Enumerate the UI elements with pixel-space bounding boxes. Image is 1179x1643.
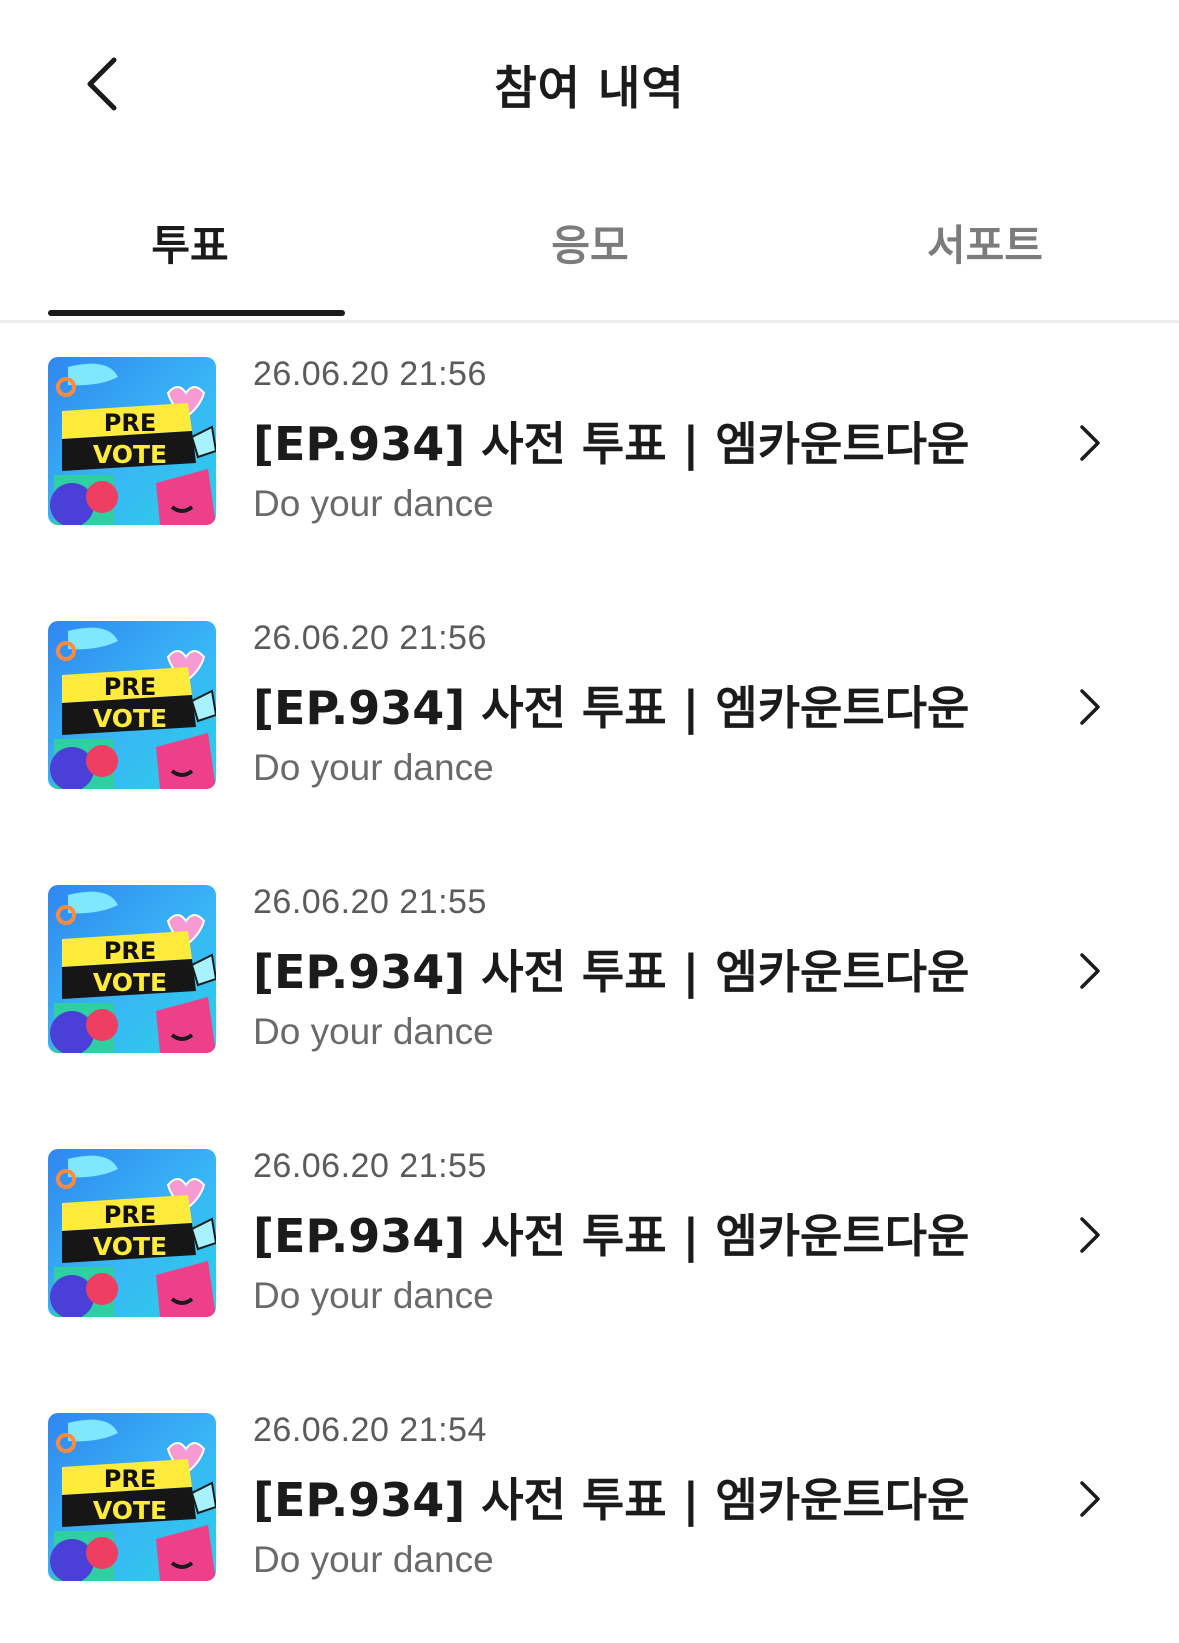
top-bar: 참여 내역	[0, 0, 1179, 170]
thumbnail-text-vote: VOTE	[93, 968, 167, 997]
tab-bar: 투표 응모 서포트	[0, 190, 1179, 323]
thumbnail-text-pre: PRE	[104, 409, 156, 437]
item-title: [EP.934] 사전 투표 | 엠카운트다운	[253, 681, 970, 735]
item-date: 26.06.20 21:56	[253, 355, 487, 393]
pre-vote-thumbnail: PRE VOTE	[48, 1149, 216, 1317]
chevron-right-icon[interactable]	[1070, 679, 1110, 735]
list-item[interactable]: PRE VOTE 26.06.20 21:55 [EP.934] 사전 투표 | …	[0, 1115, 1179, 1379]
item-subtitle: Do your dance	[253, 747, 494, 788]
thumbnail-text-vote: VOTE	[93, 704, 167, 733]
tab-support[interactable]: 서포트	[835, 212, 1135, 302]
item-date: 26.06.20 21:55	[253, 1147, 487, 1185]
pre-vote-thumbnail: PRE VOTE	[48, 621, 216, 789]
item-subtitle: Do your dance	[253, 1275, 494, 1316]
thumbnail-text-pre: PRE	[104, 1201, 156, 1229]
pre-vote-thumbnail: PRE VOTE	[48, 885, 216, 1053]
thumbnail-text-pre: PRE	[104, 1465, 156, 1493]
thumbnail-text-vote: VOTE	[93, 440, 167, 469]
item-date: 26.06.20 21:56	[253, 619, 487, 657]
item-title: [EP.934] 사전 투표 | 엠카운트다운	[253, 417, 970, 471]
item-date: 26.06.20 21:54	[253, 1411, 487, 1449]
list-item[interactable]: PRE VOTE 26.06.20 21:55 [EP.934] 사전 투표 | …	[0, 851, 1179, 1115]
item-title: [EP.934] 사전 투표 | 엠카운트다운	[253, 1473, 970, 1527]
page-title: 참여 내역	[494, 61, 685, 115]
chevron-right-icon[interactable]	[1070, 1207, 1110, 1263]
tab-entry[interactable]: 응모	[440, 212, 740, 302]
thumbnail-text-vote: VOTE	[93, 1496, 167, 1525]
item-subtitle: Do your dance	[253, 483, 494, 524]
pre-vote-thumbnail: PRE VOTE	[48, 1413, 216, 1581]
chevron-right-icon[interactable]	[1070, 1471, 1110, 1527]
chevron-right-icon[interactable]	[1070, 943, 1110, 999]
thumbnail-text-pre: PRE	[104, 937, 156, 965]
item-date: 26.06.20 21:55	[253, 883, 487, 921]
thumbnail-text-pre: PRE	[104, 673, 156, 701]
list-item[interactable]: PRE VOTE 26.06.20 21:54 [EP.934] 사전 투표 | …	[0, 1379, 1179, 1643]
thumbnail-text-vote: VOTE	[93, 1232, 167, 1261]
tab-vote[interactable]: 투표	[40, 212, 340, 302]
item-title: [EP.934] 사전 투표 | 엠카운트다운	[253, 1209, 970, 1263]
pre-vote-thumbnail: PRE VOTE	[48, 357, 216, 525]
item-subtitle: Do your dance	[253, 1539, 494, 1580]
list-item[interactable]: PRE VOTE 26.06.20 21:56 [EP.934] 사전 투표 | …	[0, 587, 1179, 851]
active-tab-indicator	[48, 310, 345, 316]
item-subtitle: Do your dance	[253, 1011, 494, 1052]
item-title: [EP.934] 사전 투표 | 엠카운트다운	[253, 945, 970, 999]
chevron-right-icon[interactable]	[1070, 415, 1110, 471]
list-item[interactable]: PRE VOTE 26.06.20 21:56 [EP.934] 사전 투표 | …	[0, 323, 1179, 587]
